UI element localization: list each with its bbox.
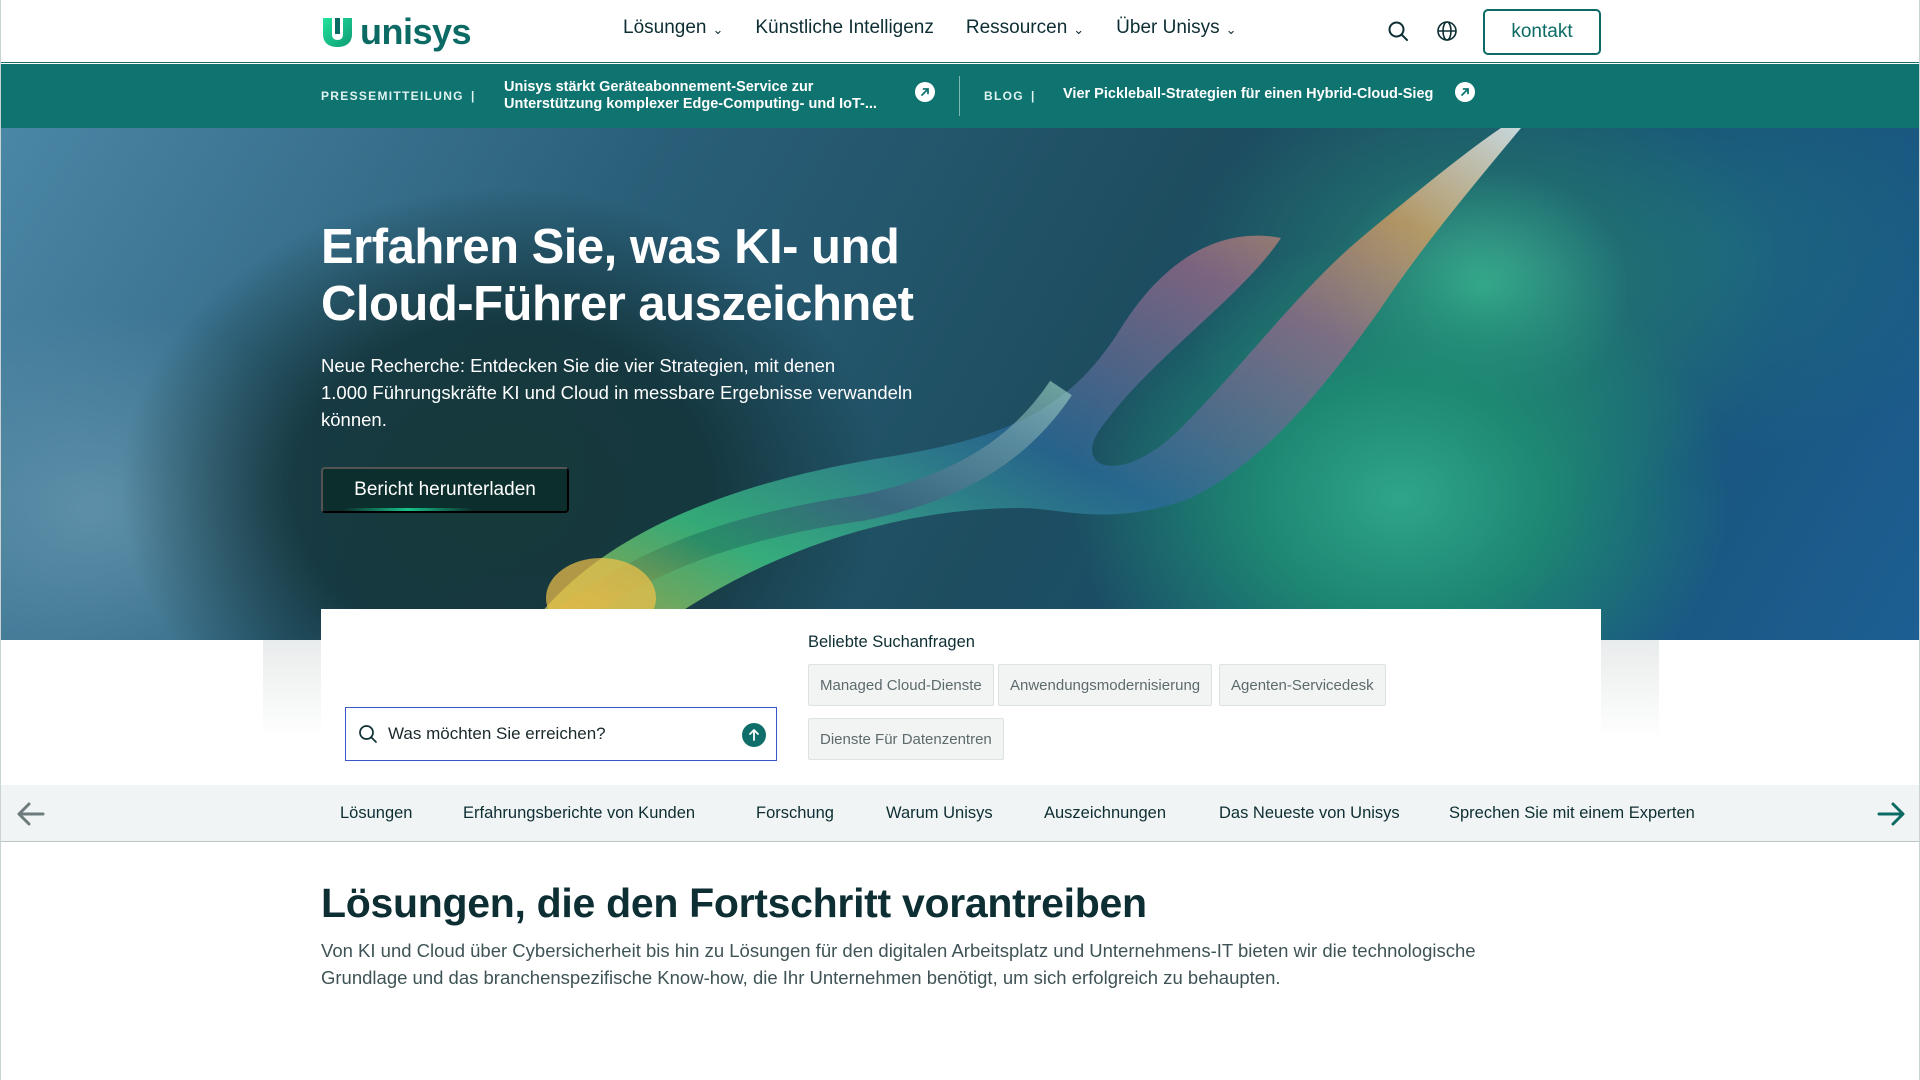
news-divider: [959, 76, 960, 116]
anchor-item-loesungen[interactable]: Lösungen: [340, 804, 413, 823]
anchor-item-experten[interactable]: Sprechen Sie mit einem Experten: [1449, 804, 1695, 823]
hero-title: Erfahren Sie, was KI- und Cloud-Führer a…: [321, 219, 1021, 333]
solutions-heading: Lösungen, die den Fortschritt vorantreib…: [321, 880, 1147, 926]
hero-subtitle-line2: 1.000 Führungskräfte KI und Cloud in mes…: [321, 382, 913, 403]
popular-search-chip[interactable]: Dienste Für Datenzentren: [808, 718, 1004, 760]
anchor-item-neueste[interactable]: Das Neueste von Unisys: [1219, 804, 1400, 823]
search-panel: Beliebte Suchanfragen Managed Cloud-Dien…: [321, 609, 1601, 785]
nav-item-label: Über Unisys: [1116, 17, 1220, 38]
press-release-line1: Unisys stärkt Geräteabonnement-Service z…: [504, 79, 814, 95]
popular-search-chip[interactable]: Anwendungsmodernisierung: [998, 664, 1213, 706]
arrow-right-icon[interactable]: [1875, 799, 1907, 829]
news-ticker-bar: PRESSEMITTEILUNG | Unisys stärkt Gerätea…: [1, 64, 1919, 128]
hero-subtitle: Neue Recherche: Entdecken Sie die vier S…: [321, 352, 971, 433]
hero-title-line1: Erfahren Sie, was KI- und: [321, 220, 900, 274]
search-input[interactable]: [388, 724, 728, 744]
unisys-logo[interactable]: unisys: [321, 11, 472, 52]
nav-item-label: Lösungen: [623, 17, 707, 38]
anchor-item-kundenberichte[interactable]: Erfahrungsberichte von Kunden: [463, 804, 695, 823]
search-submit-button[interactable]: [742, 723, 766, 747]
solutions-description-line2: Grundlage und das branchenspezifische Kn…: [321, 967, 1281, 988]
news-separator: |: [471, 89, 476, 103]
button-accent-line: [343, 508, 473, 511]
unisys-logo-icon: [323, 18, 352, 47]
nav-item-label: Künstliche Intelligenz: [755, 17, 934, 38]
blog-link[interactable]: Vier Pickleball-Strategien für einen Hyb…: [1063, 86, 1433, 103]
hero-subtitle-line1: Neue Recherche: Entdecken Sie die vier S…: [321, 355, 836, 376]
news-separator: |: [1031, 89, 1036, 103]
popular-search-chip[interactable]: Agenten-Servicedesk: [1219, 664, 1386, 706]
logo-wordmark: unisys: [360, 11, 472, 52]
press-release-line2: Unterstützung komplexer Edge-Computing- …: [504, 96, 877, 112]
nav-item-label: Ressourcen: [965, 17, 1068, 38]
search-icon[interactable]: [1387, 20, 1409, 42]
contact-button[interactable]: kontakt: [1483, 9, 1601, 55]
arrow-left-icon[interactable]: [15, 799, 47, 829]
hero-title-line2: Cloud-Führer auszeichnet: [321, 277, 914, 331]
arrow-up-icon: [749, 729, 759, 741]
panel-shadow-right: [1601, 640, 1659, 740]
anchor-item-warum-unisys[interactable]: Warum Unisys: [886, 804, 993, 823]
chevron-down-icon: ⌄: [712, 22, 724, 37]
press-release-tag: PRESSEMITTEILUNG: [321, 89, 464, 103]
chevron-down-icon: ⌄: [1073, 22, 1085, 37]
hero-banner: Erfahren Sie, was KI- und Cloud-Führer a…: [1, 128, 1919, 640]
panel-shadow-left: [263, 640, 321, 740]
popular-search-chip[interactable]: Managed Cloud-Dienste: [808, 664, 994, 706]
arrow-up-right-icon[interactable]: [915, 82, 935, 102]
solutions-description: Von KI und Cloud über Cybersicherheit bi…: [321, 937, 1601, 991]
blog-tag: BLOG: [984, 89, 1024, 103]
solutions-description-line1: Von KI und Cloud über Cybersicherheit bi…: [321, 940, 1476, 961]
anchor-item-forschung[interactable]: Forschung: [756, 804, 834, 823]
page: unisys Lösungen ⌄ Künstliche Intelligenz…: [0, 0, 1920, 1080]
nav-item-ueber-unisys[interactable]: Über Unisys ⌄: [1116, 17, 1236, 39]
nav-item-ressourcen[interactable]: Ressourcen ⌄: [966, 17, 1084, 39]
download-report-button[interactable]: Bericht herunterladen: [321, 467, 569, 513]
search-icon: [359, 725, 377, 743]
globe-icon[interactable]: [1436, 20, 1458, 42]
nav-item-ki[interactable]: Künstliche Intelligenz: [755, 17, 934, 39]
download-report-label: Bericht herunterladen: [354, 479, 536, 500]
search-box[interactable]: [345, 707, 777, 761]
press-release-link[interactable]: Unisys stärkt Geräteabonnement-Service z…: [504, 79, 884, 113]
popular-searches-label: Beliebte Suchanfragen: [808, 633, 975, 651]
anchor-item-auszeichnungen[interactable]: Auszeichnungen: [1044, 804, 1166, 823]
hero-subtitle-line3: können.: [321, 409, 387, 430]
main-nav: Lösungen ⌄ Künstliche Intelligenz Ressou…: [623, 17, 1269, 39]
arrow-up-right-icon[interactable]: [1455, 82, 1475, 102]
chevron-down-icon: ⌄: [1225, 22, 1237, 37]
nav-item-loesungen[interactable]: Lösungen ⌄: [623, 17, 723, 39]
section-anchor-nav: Lösungen Erfahrungsberichte von Kunden F…: [1, 785, 1919, 842]
site-header: unisys Lösungen ⌄ Künstliche Intelligenz…: [1, 0, 1919, 63]
